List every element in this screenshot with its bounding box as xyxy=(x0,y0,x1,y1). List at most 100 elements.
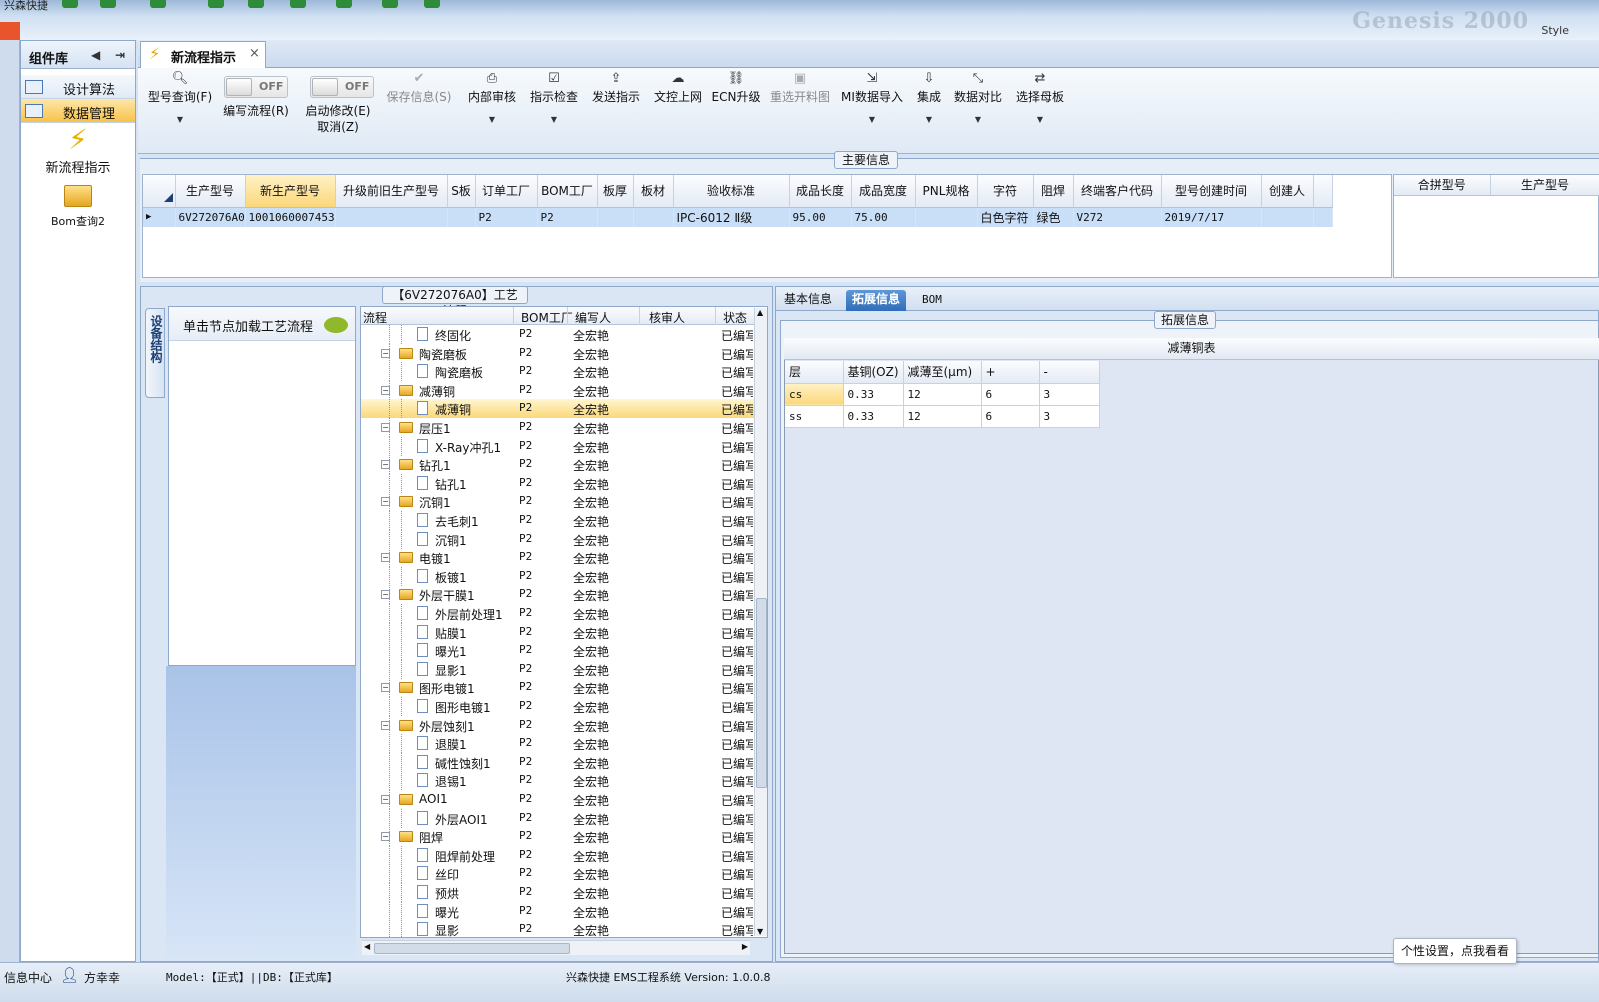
cell[interactable]: 3 xyxy=(1039,383,1100,406)
pin-icon[interactable]: ⇥ xyxy=(115,48,125,62)
reselect-cutting-button[interactable]: ▣ 重选开料图 xyxy=(768,70,832,105)
style-menu[interactable]: Style xyxy=(1541,24,1569,37)
collapse-toggle-icon[interactable]: − xyxy=(381,683,390,693)
quick-access-grid-icon[interactable] xyxy=(150,0,166,8)
row-selector-header[interactable] xyxy=(143,175,176,208)
tree-row[interactable]: 图形电镀1 P2 全宏艳 已编写 xyxy=(361,697,755,716)
column-header[interactable]: 生产型号 xyxy=(175,175,246,208)
tree-row[interactable]: 陶瓷磨板 P2 全宏艳 已编写 xyxy=(361,362,755,382)
close-icon[interactable]: × xyxy=(249,46,260,61)
dropdown-arrow-icon[interactable]: ▼ xyxy=(1012,115,1068,124)
cell[interactable]: 12 xyxy=(903,405,982,428)
tab-new-process[interactable]: ⚡ 新流程指示 × xyxy=(140,41,266,68)
column-header[interactable]: PNL规格 xyxy=(915,175,978,208)
cell[interactable] xyxy=(633,207,674,227)
cell[interactable]: 6 xyxy=(981,383,1040,406)
column-header[interactable]: - xyxy=(1039,361,1100,384)
tab-equipment-structure[interactable]: 设备结构 xyxy=(145,308,165,398)
tree-row[interactable]: − 外层干膜1 P2 全宏艳 已编写 xyxy=(361,585,755,605)
instruction-check-button[interactable]: ☑ 指示检查 ▼ xyxy=(526,70,582,124)
collapse-toggle-icon[interactable]: − xyxy=(381,460,390,470)
column-header[interactable]: 升级前旧生产型号 xyxy=(335,175,448,208)
tree-row[interactable]: − 陶瓷磨板 P2 全宏艳 已编写 xyxy=(361,343,755,363)
column-header[interactable]: 层 xyxy=(785,361,844,384)
tree-row[interactable]: 钻孔1 P2 全宏艳 已编写 xyxy=(361,473,755,493)
scroll-thumb[interactable] xyxy=(374,943,570,954)
tree-row[interactable]: 显影 P2 全宏艳 已编写 xyxy=(361,920,755,937)
column-header[interactable]: 状态 xyxy=(723,309,747,326)
shortcut-new-process[interactable]: ⚡ 新流程指示 xyxy=(21,123,135,176)
model-query-button[interactable]: 🔍︎ 型号查询(F) ▼ xyxy=(144,70,216,124)
column-header[interactable]: BOM工厂 xyxy=(537,175,598,208)
tree-row[interactable]: − 钻孔1 P2 全宏艳 已编写 xyxy=(361,455,755,475)
info-center-link[interactable]: 信息中心 xyxy=(4,969,52,986)
internal-review-button[interactable]: ⎙ 内部审核 ▼ xyxy=(464,70,520,124)
tree-row[interactable]: 沉铜1 P2 全宏艳 已编写 xyxy=(361,529,755,549)
scroll-left-icon[interactable]: ◀ xyxy=(364,942,370,951)
quick-access-print-icon[interactable] xyxy=(336,0,352,8)
column-header[interactable]: 板材 xyxy=(633,175,674,208)
tree-row[interactable]: − 层压1 P2 全宏艳 已编写 xyxy=(361,418,755,437)
cancel-label[interactable]: 取消(Z) xyxy=(300,118,376,135)
tree-row[interactable]: − 沉铜1 P2 全宏艳 已编写 xyxy=(361,492,755,512)
nav-item-data-management[interactable]: 数据管理 xyxy=(21,99,135,123)
tree-row[interactable]: 外层前处理1 P2 全宏艳 已编写 xyxy=(361,604,755,623)
cell[interactable]: 6 xyxy=(981,405,1040,428)
cell[interactable]: 绿色 xyxy=(1033,207,1074,227)
tree-row[interactable]: 阻焊前处理 P2 全宏艳 已编写 xyxy=(361,845,755,865)
cell[interactable]: 白色字符 xyxy=(977,207,1034,227)
collapse-toggle-icon[interactable]: − xyxy=(381,590,390,600)
collapse-toggle-icon[interactable]: − xyxy=(381,720,390,730)
column-header[interactable]: 编写人 xyxy=(575,309,611,326)
personal-settings-tooltip[interactable]: 个性设置，点我看看 xyxy=(1393,938,1517,964)
cell[interactable] xyxy=(447,207,476,227)
write-process-toggle[interactable]: OFF xyxy=(224,76,288,98)
column-header[interactable]: 合拼型号 xyxy=(1394,175,1491,196)
column-header[interactable]: BOM工厂 xyxy=(521,309,573,326)
column-header[interactable]: 订单工厂 xyxy=(475,175,538,208)
tree-row[interactable]: − 外层蚀刻1 P2 全宏艳 已编写 xyxy=(361,715,755,735)
tree-row[interactable]: 板镀1 P2 全宏艳 已编写 xyxy=(361,566,755,586)
column-header[interactable]: 减薄至(μm) xyxy=(903,361,982,384)
column-header[interactable]: 字符 xyxy=(977,175,1034,208)
collapse-toggle-icon[interactable]: − xyxy=(381,795,390,804)
tab-basic-info[interactable]: 基本信息 xyxy=(778,290,838,311)
column-header[interactable]: 新生产型号 xyxy=(245,175,336,208)
cell[interactable]: P2 xyxy=(475,207,538,227)
dropdown-arrow-icon[interactable]: ▼ xyxy=(526,115,582,124)
column-header[interactable]: + xyxy=(981,361,1040,384)
quick-access-tool-icon[interactable] xyxy=(208,0,224,8)
column-header[interactable]: 生产型号 xyxy=(1490,175,1599,196)
select-motherboard-button[interactable]: ⇄ 选择母板 ▼ xyxy=(1012,70,1068,124)
column-header[interactable]: 阻焊 xyxy=(1033,175,1074,208)
cell[interactable] xyxy=(597,207,634,227)
tree-row[interactable]: 曝光 P2 全宏艳 已编写 xyxy=(361,901,755,921)
column-header[interactable]: 验收标准 xyxy=(673,175,790,208)
collapse-left-icon[interactable]: ◀ xyxy=(91,48,100,62)
quick-access-chart-icon[interactable] xyxy=(424,0,440,8)
collapse-toggle-icon[interactable]: − xyxy=(381,497,390,507)
cell[interactable]: 95.00 xyxy=(789,207,852,227)
tree-row[interactable]: − AOI1 P2 全宏艳 已编写 xyxy=(361,790,755,809)
ecn-upgrade-button[interactable]: ⛓ ECN升级 xyxy=(710,70,762,105)
cell[interactable]: 0.33 xyxy=(843,405,904,428)
quick-access-export-icon[interactable] xyxy=(290,0,306,8)
cell[interactable]: P2 xyxy=(537,207,598,227)
scroll-down-icon[interactable]: ▼ xyxy=(757,927,763,936)
tree-row[interactable]: − 阻焊 P2 全宏艳 已编写 xyxy=(361,827,755,847)
column-header[interactable]: S板 xyxy=(447,175,476,208)
tree-row[interactable]: 减薄铜 P2 全宏艳 已编写 xyxy=(361,399,755,419)
tree-row[interactable]: 碱性蚀刻1 P2 全宏艳 已编写 xyxy=(361,752,755,772)
mi-import-button[interactable]: ⇲ MI数据导入 ▼ xyxy=(840,70,904,124)
tree-row[interactable]: 丝印 P2 全宏艳 已编写 xyxy=(361,864,755,884)
scroll-right-icon[interactable]: ▶ xyxy=(742,942,748,951)
tree-row[interactable]: 退锡1 P2 全宏艳 已编写 xyxy=(361,771,755,791)
doc-control-online-button[interactable]: ☁ 文控上网 xyxy=(650,70,706,105)
quick-access-search-icon[interactable] xyxy=(62,0,78,8)
cell[interactable]: 75.00 xyxy=(851,207,916,227)
process-tree-hscrollbar[interactable]: ◀ ▶ xyxy=(362,940,750,955)
tree-row[interactable]: − 减薄铜 P2 全宏艳 已编写 xyxy=(361,380,755,400)
cell[interactable]: cs xyxy=(785,383,844,406)
cell[interactable]: IPC-6012 Ⅱ级 xyxy=(673,207,790,227)
quick-access-refresh-icon[interactable] xyxy=(100,0,116,8)
